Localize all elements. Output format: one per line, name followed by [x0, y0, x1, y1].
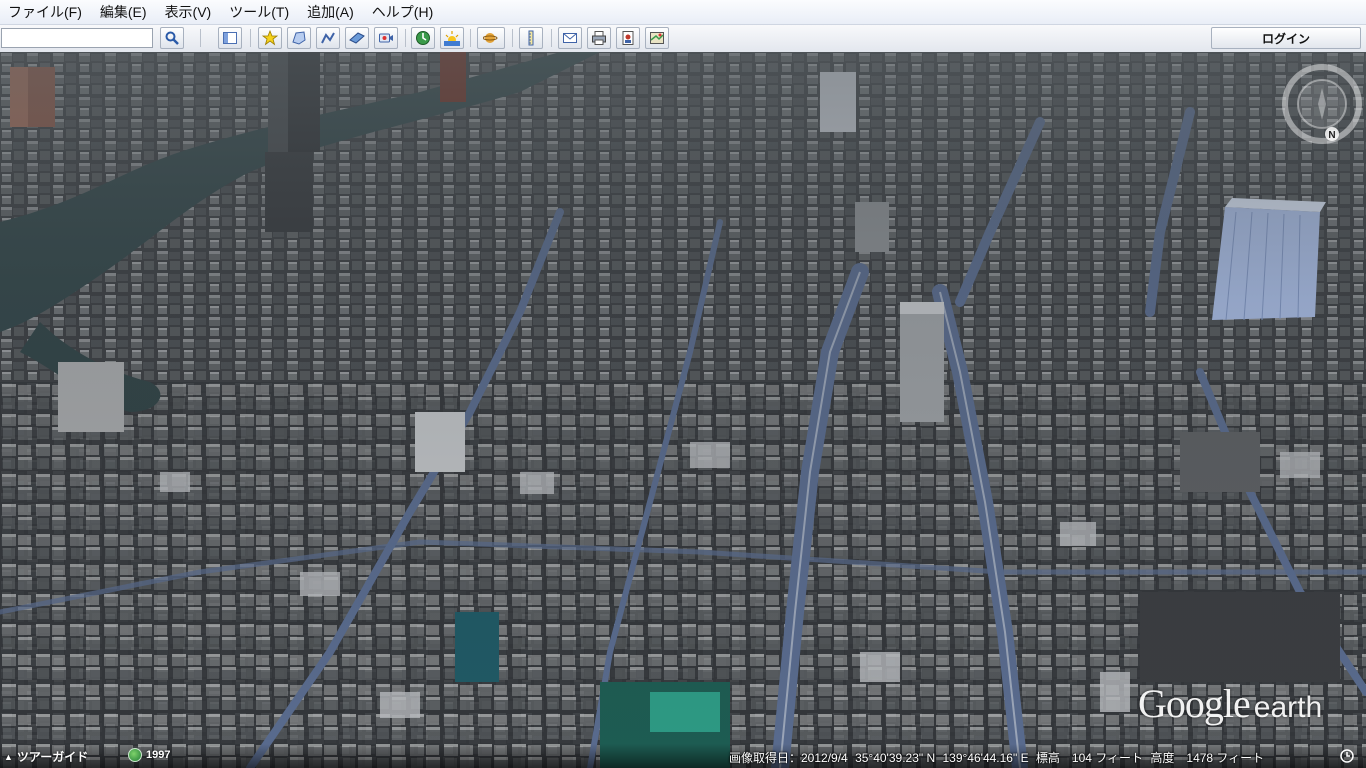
- streaming-status-icon: [1340, 749, 1354, 763]
- google-earth-logo: Google earth: [1138, 681, 1323, 726]
- search-icon: [165, 31, 179, 45]
- longitude: 139°46'44.16" E: [942, 751, 1029, 765]
- north-indicator-icon: N: [1325, 127, 1339, 141]
- svg-text:N: N: [1328, 130, 1335, 141]
- sidebar-toggle-icon: [223, 32, 237, 44]
- toolbar-separator: [512, 29, 513, 47]
- search-button[interactable]: [160, 27, 184, 49]
- email-button[interactable]: [558, 27, 582, 49]
- toolbar-separator: [200, 29, 201, 47]
- tour-guide-label: ツアーガイド: [16, 750, 89, 764]
- status-bar: ▲ ツアーガイド 1997 画像取得日：2012/9/4 35°40'39.23…: [0, 744, 1366, 768]
- print-icon: [592, 31, 606, 45]
- add-path-button[interactable]: [316, 27, 340, 49]
- latitude: 35°40'39.23" N: [855, 751, 936, 765]
- save-image-icon: [622, 31, 634, 45]
- view-in-maps-icon: [650, 32, 664, 44]
- add-placemark-icon: [262, 30, 278, 46]
- historical-imagery-button[interactable]: [411, 27, 435, 49]
- menu-view[interactable]: 表示(V): [156, 0, 221, 24]
- add-placemark-button[interactable]: [258, 27, 282, 49]
- toolbar-separator: [470, 29, 471, 47]
- add-polygon-icon: [292, 31, 306, 45]
- planet-switch-button[interactable]: [477, 27, 505, 49]
- sunlight-icon: [444, 31, 460, 46]
- print-button[interactable]: [587, 27, 611, 49]
- menu-add[interactable]: 追加(A): [298, 0, 363, 24]
- add-polygon-button[interactable]: [287, 27, 311, 49]
- menu-bar: ファイル(F) 編集(E) 表示(V) ツール(T) 追加(A) ヘルプ(H): [0, 0, 1366, 25]
- history-year: 1997: [146, 749, 171, 761]
- email-icon: [563, 33, 577, 43]
- record-tour-button[interactable]: [374, 27, 398, 49]
- ruler-button[interactable]: [519, 27, 543, 49]
- map-viewport[interactable]: N Google earth: [0, 52, 1366, 768]
- compass-control[interactable]: N: [1282, 64, 1362, 144]
- menu-edit[interactable]: 編集(E): [91, 0, 156, 24]
- sidebar-toggle-button[interactable]: [218, 27, 242, 49]
- toolbar: ログイン: [0, 25, 1366, 53]
- sunlight-button[interactable]: [440, 27, 464, 49]
- record-tour-icon: [379, 33, 393, 43]
- historical-imagery-icon: [416, 31, 430, 45]
- planet-switch-icon: [483, 33, 498, 43]
- login-button[interactable]: ログイン: [1211, 27, 1361, 49]
- toolbar-separator: [551, 29, 552, 47]
- view-in-maps-button[interactable]: [645, 27, 669, 49]
- add-image-overlay-button[interactable]: [345, 27, 369, 49]
- coordinates-readout: 画像取得日：2012/9/4 35°40'39.23" N 139°46'44.…: [729, 749, 1268, 766]
- imagery-date: 画像取得日：2012/9/4: [729, 751, 848, 765]
- historical-imagery-indicator[interactable]: 1997: [128, 748, 170, 762]
- add-path-icon: [321, 32, 335, 44]
- ruler-icon: [528, 30, 534, 46]
- elevation: 標高 104 フィート: [1035, 751, 1144, 765]
- clock-icon: [128, 748, 142, 762]
- menu-tools[interactable]: ツール(T): [220, 0, 298, 24]
- toolbar-separator: [405, 29, 406, 47]
- tour-guide-toggle[interactable]: ▲ ツアーガイド: [4, 748, 88, 765]
- triangle-up-icon: ▲: [4, 751, 13, 762]
- menu-file[interactable]: ファイル(F): [0, 0, 91, 24]
- add-image-overlay-icon: [349, 32, 365, 44]
- menu-help[interactable]: ヘルプ(H): [363, 0, 442, 24]
- save-image-button[interactable]: [616, 27, 640, 49]
- city-3d-view[interactable]: [0, 52, 1366, 768]
- toolbar-separator: [250, 29, 251, 47]
- search-input[interactable]: [1, 28, 153, 48]
- eye-altitude: 高度 1478 フィート: [1150, 751, 1265, 765]
